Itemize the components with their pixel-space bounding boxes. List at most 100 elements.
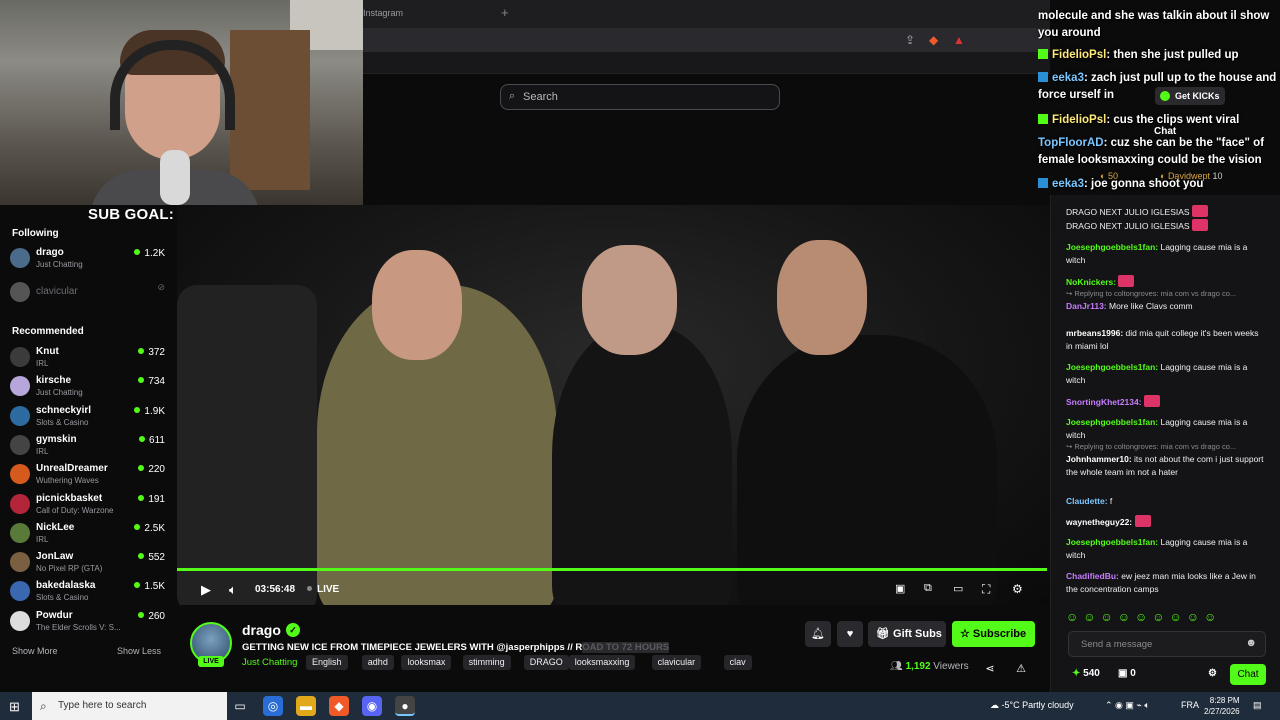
chat-username[interactable]: Joesephgoebbels1fan: xyxy=(1066,242,1158,252)
chat-message[interactable]: mrbeans1996: did mia quit college it's b… xyxy=(1066,327,1266,353)
stream-tag[interactable]: clavicular xyxy=(651,655,702,670)
chat-username[interactable]: SnortingKhet2134: xyxy=(1066,397,1142,407)
stream-tag[interactable]: looksmaxxing xyxy=(568,655,636,670)
chat-message[interactable]: Claudette: f xyxy=(1066,495,1266,508)
share-icon[interactable]: ⇪ xyxy=(905,33,915,47)
brave-rewards-icon[interactable]: ▲ xyxy=(953,33,965,47)
settings-gear-icon[interactable]: ⚙ xyxy=(1012,582,1023,596)
chat-message[interactable]: SnortingKhet2134: xyxy=(1066,395,1266,409)
clip-icon[interactable]: ⧉ xyxy=(924,582,932,595)
sidebar-channel-item[interactable]: Powdur The Elder Scrolls V: S... 260 xyxy=(10,609,165,635)
chat-message[interactable]: ↪ Replying to coltongroves: mia com vs d… xyxy=(1066,440,1266,479)
player-controls: ▶ 🔈︎ 03:56:48 LIVE ▣ ⧉ ▭ ⛶ ⚙ xyxy=(177,575,1047,605)
chat-message[interactable]: Joesephgoebbels1fan: Lagging cause mia i… xyxy=(1066,416,1266,442)
chat-message[interactable]: waynetheguy22: xyxy=(1066,515,1266,529)
chat-message[interactable]: Joesephgoebbels1fan: Lagging cause mia i… xyxy=(1066,241,1266,267)
sidebar-channel-item[interactable]: kirsche Just Chatting 734 xyxy=(10,374,165,400)
obs-icon[interactable]: ● xyxy=(395,696,415,716)
stream-tag[interactable]: stimming xyxy=(462,655,511,670)
follow-heart-button[interactable]: ♥ xyxy=(837,621,863,647)
notification-center-icon[interactable]: ▤ xyxy=(1253,700,1262,711)
send-chat-button[interactable]: Chat xyxy=(1230,664,1266,685)
fullscreen-icon[interactable]: ⛶ xyxy=(982,582,990,597)
sidebar-channel-item[interactable]: Knut IRL 372 xyxy=(10,345,165,371)
file-explorer-icon[interactable]: ▬ xyxy=(296,696,316,716)
chat-settings-icon[interactable]: ⚙ xyxy=(1208,668,1217,679)
stream-tag[interactable]: adhd xyxy=(361,655,394,670)
chat-message[interactable]: DRAGO NEXT JULIO IGLESIAS xyxy=(1066,219,1266,233)
sidebar-channel-item[interactable]: schneckyirl Slots & Casino 1.9K xyxy=(10,404,165,430)
sidebar-channel-item[interactable]: NickLee IRL 2.5K xyxy=(10,521,165,547)
chat-message[interactable]: ChadifiedBu: ew jeez man mia looks like … xyxy=(1066,570,1266,596)
chat-message[interactable]: DRAGO NEXT JULIO IGLESIAS xyxy=(1066,205,1266,219)
gift-subs-button[interactable]: 🎁︎ Gift Subs xyxy=(868,621,946,647)
system-tray-icons[interactable]: ⌃ ◉ ▣ ⌁ 🔈︎ xyxy=(1105,700,1150,711)
channel-category: Just Chatting xyxy=(36,260,83,269)
sidebar-channel-drago[interactable]: drago Just Chatting 1.2K xyxy=(10,246,165,272)
emote-icon xyxy=(1191,219,1208,231)
brave-browser-icon[interactable]: ◆ xyxy=(329,696,349,716)
windows-start-icon[interactable]: ⊞ xyxy=(9,699,20,715)
pip-icon[interactable]: ▣ xyxy=(895,582,905,595)
chat-message[interactable]: Joesephgoebbels1fan: Lagging cause mia i… xyxy=(1066,361,1266,387)
brave-shield-icon[interactable]: ◆ xyxy=(929,33,938,47)
chat-username[interactable]: ChadifiedBu: xyxy=(1066,571,1119,581)
language-indicator[interactable]: FRA xyxy=(1181,700,1199,710)
chat-username[interactable]: DanJr113: xyxy=(1066,301,1107,311)
browser-address-bar[interactable]: ⇪ ◆ ▲ xyxy=(363,28,1050,52)
taskbar-search-input[interactable]: ⌕ Type here to search xyxy=(32,692,227,720)
stream-category-link[interactable]: Just Chatting xyxy=(242,657,297,668)
chat-username[interactable]: waynetheguy22: xyxy=(1066,517,1132,527)
task-view-icon[interactable]: ▭ xyxy=(230,696,250,716)
channel-title[interactable]: drago xyxy=(242,622,281,638)
share-icon[interactable]: ⋖ xyxy=(977,656,1003,682)
sidebar-channel-item[interactable]: gymskin IRL 611 xyxy=(10,433,165,459)
chat-text: DRAGO NEXT JULIO IGLESIAS xyxy=(1066,221,1190,231)
new-tab-button[interactable]: + xyxy=(501,5,509,20)
channel-category: Call of Duty: Warzone xyxy=(36,505,114,515)
video-progress-bar[interactable] xyxy=(177,568,1047,571)
chat-username[interactable]: Joesephgoebbels1fan: xyxy=(1066,417,1158,427)
play-icon[interactable]: ▶ xyxy=(201,582,211,598)
chat-username[interactable]: mrbeans1996: xyxy=(1066,328,1123,338)
notification-bell-button[interactable]: 🔔︎ xyxy=(805,621,831,647)
chat-message[interactable]: Joesephgoebbels1fan: Lagging cause mia i… xyxy=(1066,536,1266,562)
chat-message-input[interactable]: Send a message ☻ xyxy=(1068,631,1266,657)
show-less-button[interactable]: Show Less xyxy=(117,646,161,656)
search-input[interactable]: ⌕ Search xyxy=(500,84,780,110)
sidebar-channel-item[interactable]: JonLaw No Pixel RP (GTA) 552 xyxy=(10,550,165,576)
chat-username[interactable]: Johnhammer10: xyxy=(1066,454,1132,464)
subscribe-button[interactable]: ☆ Subscribe xyxy=(952,621,1035,647)
live-indicator[interactable]: LIVE xyxy=(307,584,339,595)
chat-username[interactable]: Joesephgoebbels1fan: xyxy=(1066,362,1158,372)
stream-tag[interactable]: English xyxy=(306,655,348,670)
report-icon[interactable]: ⚠ xyxy=(1008,656,1034,682)
emote-bar[interactable]: ☺☺☺☺☺☺☺☺☺ xyxy=(1066,610,1221,624)
chat-username[interactable]: NoKnickers: xyxy=(1066,277,1116,287)
stream-tag[interactable]: looksmax xyxy=(401,655,452,670)
system-clock[interactable]: 8:28 PM 2/27/2026 xyxy=(1204,695,1240,717)
mention-link[interactable]: @jasperphipps xyxy=(496,642,564,653)
overlay-chat-line: FidelioPsl: then she just pulled up xyxy=(1038,47,1278,64)
video-player[interactable] xyxy=(177,205,1050,605)
sidebar-channel-item[interactable]: bakedalaska Slots & Casino 1.5K xyxy=(10,579,165,605)
stream-tag[interactable]: clav xyxy=(723,655,752,670)
weather-widget[interactable]: ☁ -5°C Partly cloudy xyxy=(990,700,1074,711)
discord-icon[interactable]: ◉ xyxy=(362,696,382,716)
sidebar-channel-clavicular[interactable]: clavicular ⊘ xyxy=(10,280,165,306)
emoji-icon[interactable]: ☻ xyxy=(1245,637,1257,649)
theater-mode-icon[interactable]: ▭ xyxy=(953,582,963,595)
chat-message[interactable]: ↪ Replying to coltongroves: mia com vs d… xyxy=(1066,287,1266,313)
sidebar-channel-item[interactable]: picnickbasket Call of Duty: Warzone 191 xyxy=(10,492,165,518)
kicks-balance[interactable]: ✦ 540 xyxy=(1072,668,1100,679)
sidebar-channel-item[interactable]: UnrealDreamer Wuthering Waves 220 xyxy=(10,462,165,488)
chat-username[interactable]: Joesephgoebbels1fan: xyxy=(1066,537,1158,547)
reply-context: ↪ Replying to coltongroves: mia com vs d… xyxy=(1066,442,1237,451)
drops-balance[interactable]: ▣ 0 xyxy=(1118,668,1136,679)
show-more-button[interactable]: Show More xyxy=(12,646,58,656)
stream-tag[interactable]: DRAGO xyxy=(523,655,569,670)
volume-icon[interactable]: 🔈︎ xyxy=(229,582,237,598)
chat-username[interactable]: Claudette: xyxy=(1066,496,1108,506)
copilot-icon[interactable]: ◎ xyxy=(263,696,283,716)
browser-tab-title[interactable]: Instagram xyxy=(363,8,403,18)
